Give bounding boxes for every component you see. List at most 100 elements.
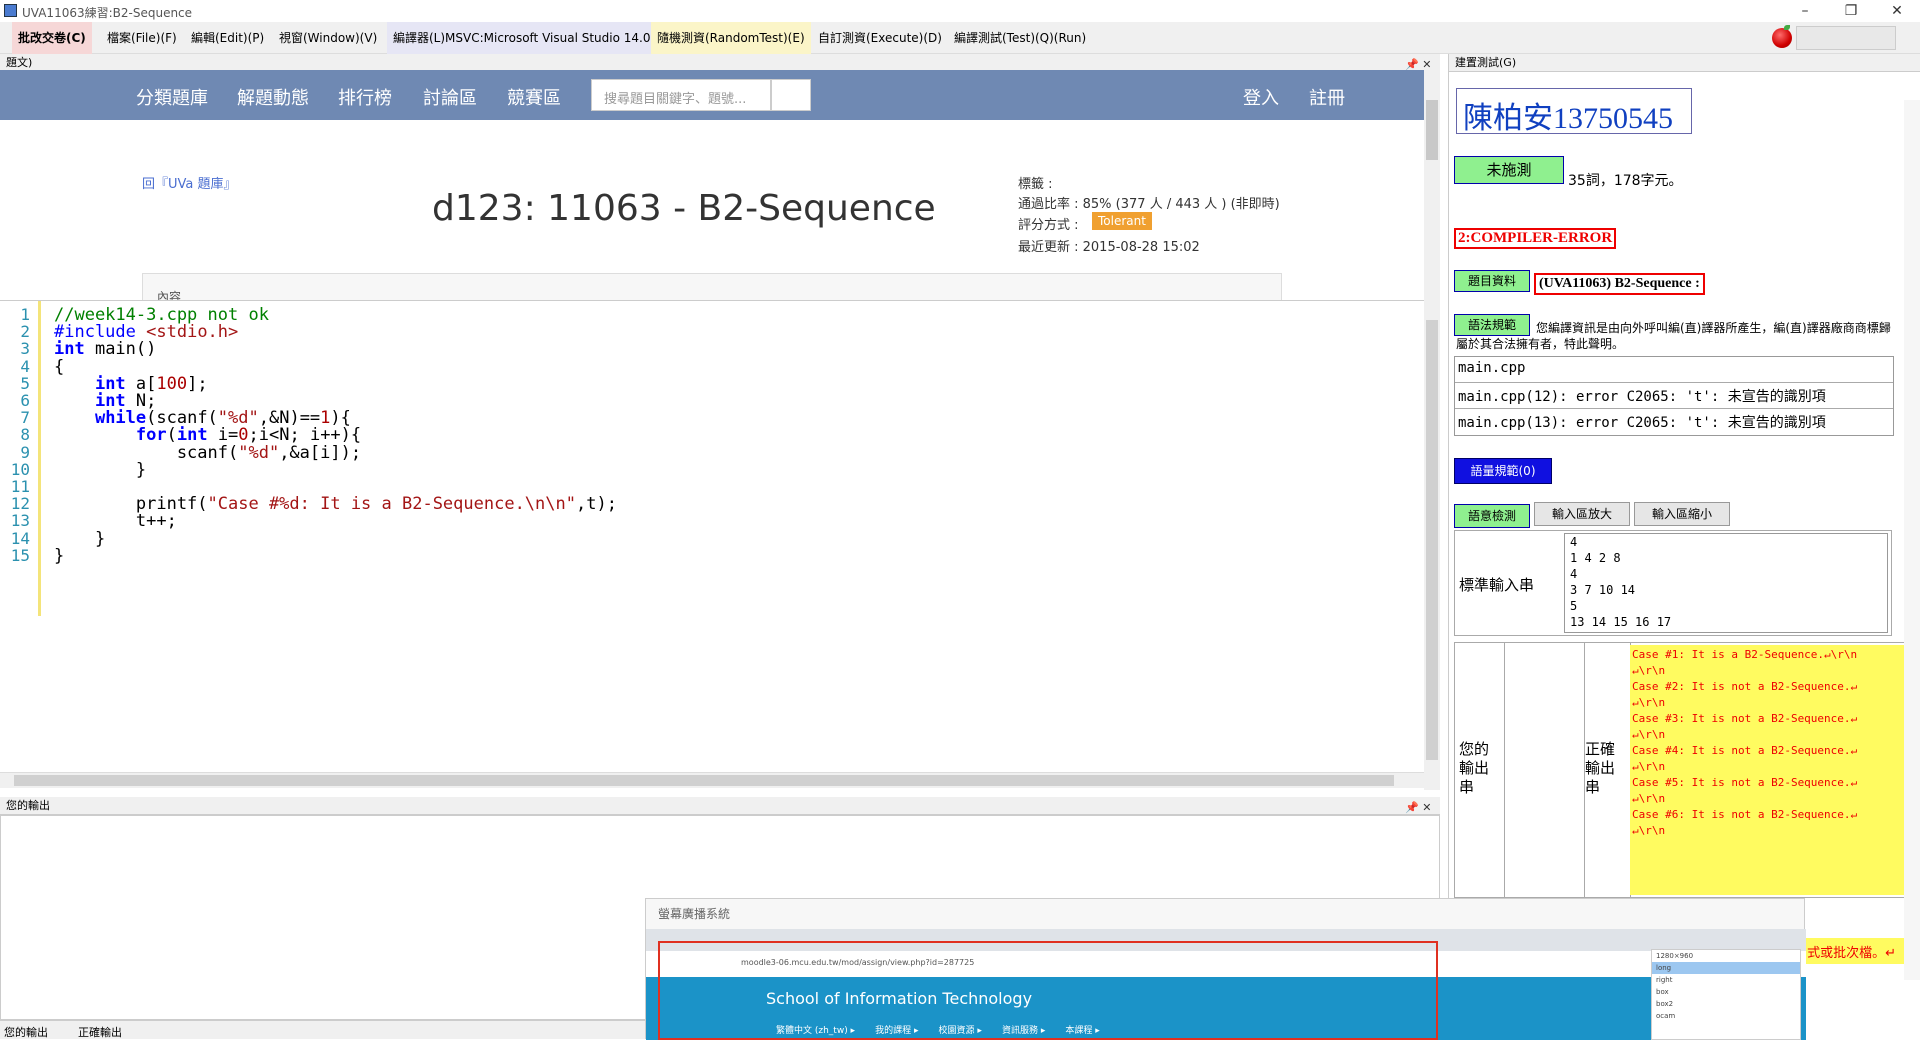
toolbar-box[interactable] xyxy=(1796,26,1896,50)
output-pane-title: 您的輸出 xyxy=(6,799,50,812)
nav-forum[interactable]: 討論區 xyxy=(423,84,477,110)
dropdown-item[interactable]: 1280×960 xyxy=(1652,950,1800,962)
restore-button[interactable]: ❐ xyxy=(1828,0,1874,22)
word-count: 35詞，178字元。 xyxy=(1568,173,1683,189)
menu-edit[interactable]: 編輯(Edit)(P) xyxy=(185,22,270,54)
nav-ranking[interactable]: 排行榜 xyxy=(338,84,392,110)
editor-vscroll[interactable] xyxy=(1424,300,1440,790)
minimize-button[interactable]: – xyxy=(1782,0,1828,22)
your-output-label: 您的輸出串 xyxy=(1459,740,1490,796)
line-number: 14 xyxy=(10,528,30,548)
capture-frame xyxy=(658,941,1438,1040)
apple-icon[interactable] xyxy=(1772,28,1792,48)
line-number: 3 xyxy=(20,339,30,359)
close-button[interactable]: ✕ xyxy=(1874,0,1920,22)
dropdown-item[interactable]: ocam xyxy=(1652,1010,1800,1022)
menu-file[interactable]: 檔案(File)(F) xyxy=(101,22,183,54)
nav-register[interactable]: 註冊 xyxy=(1309,84,1345,110)
window-title: UVA11063練習:B2-Sequence xyxy=(22,6,193,20)
output-pane-header: 您的輸出 📌 ✕ xyxy=(0,797,1440,815)
input-zoom-out-button[interactable]: 輸入區縮小 xyxy=(1634,502,1730,526)
editor-hscroll[interactable] xyxy=(0,772,1424,788)
line-number: 12 xyxy=(10,494,30,514)
error-row: main.cpp xyxy=(1455,357,1893,383)
dropdown-item[interactable]: long xyxy=(1652,962,1800,974)
line-number: 5 xyxy=(20,373,30,393)
student-name: 陳柏安13750545 xyxy=(1456,88,1692,135)
correct-output-label: 正確輸出串 xyxy=(1585,740,1616,796)
right-pane-scrollbar[interactable] xyxy=(1904,100,1920,980)
nav-categories[interactable]: 分類題庫 xyxy=(136,84,208,110)
code-line[interactable]: } xyxy=(54,460,146,480)
search-input[interactable]: 搜尋題目關鍵字、題號... xyxy=(591,79,771,111)
problem-info-button[interactable]: 題目資料 xyxy=(1454,270,1530,292)
code-editor[interactable]: 1//week14-3.cpp not ok 2 #include <stdio.h… xyxy=(0,300,1424,772)
menu-compiler[interactable]: 編譯器(L)MSVC:Microsoft Visual Studio 14.0 xyxy=(387,22,657,54)
compile-error-badge: 2:COMPILER-ERROR xyxy=(1454,228,1617,249)
code-line[interactable]: int main() xyxy=(54,339,156,359)
screen-broadcast-window[interactable]: 螢幕廣播系統 moodle3-06.mcu.edu.tw/mod/assign/… xyxy=(645,898,1806,1040)
correct-output-text: Case #1: It is a B2-Sequence.↵\r\n ↵\r\n… xyxy=(1630,645,1904,895)
line-number: 11 xyxy=(10,477,30,496)
dropdown-item[interactable]: box2 xyxy=(1652,998,1800,1010)
webview-scrollbar[interactable] xyxy=(1424,70,1440,300)
scoring-label: 評分方式 : xyxy=(1018,218,1079,233)
menu-submit[interactable]: 批改交卷(C) xyxy=(12,22,92,54)
content-label: 內容 xyxy=(157,290,182,300)
dropdown-item[interactable]: box xyxy=(1652,986,1800,998)
nav-login[interactable]: 登入 xyxy=(1243,84,1279,110)
tab-your-output[interactable]: 您的輸出 xyxy=(4,1024,48,1040)
resolution-dropdown[interactable]: 1280×960 long right box box2 ocam xyxy=(1651,949,1801,1040)
app-icon xyxy=(4,4,17,17)
last-updated: 最近更新 : 2015-08-28 15:02 xyxy=(1018,240,1200,255)
your-output-cell[interactable] xyxy=(1505,643,1585,899)
search-button[interactable] xyxy=(771,79,811,111)
pass-rate: 通過比率 : 85% (377 人 / 443 人 ) (非即時) xyxy=(1018,197,1280,212)
stdin-label: 標準輸入串 xyxy=(1459,576,1535,594)
input-zoom-in-button[interactable]: 輸入區放大 xyxy=(1534,502,1630,526)
content-box: 內容 xyxy=(142,273,1282,300)
menu-bar: 批改交卷(C) 檔案(File)(F) 編輯(Edit)(P) 視窗(Windo… xyxy=(0,22,1920,54)
problem-ref-title: (UVA11063) B2-Sequence : xyxy=(1534,273,1705,295)
scoring-badge: Tolerant xyxy=(1092,212,1152,230)
problem-webview: 分類題庫 解題動態 排行榜 討論區 競賽區 搜尋題目關鍵字、題號... 登入 註… xyxy=(0,70,1424,300)
site-nav-bar: 分類題庫 解題動態 排行榜 討論區 競賽區 搜尋題目關鍵字、題號... 登入 註… xyxy=(0,70,1424,120)
window-title-bar: UVA11063練習:B2-Sequence – ❐ ✕ xyxy=(0,0,1920,22)
menu-random-test[interactable]: 隨機測資(RandomTest)(E) xyxy=(651,22,811,54)
editor-vscroll-thumb[interactable] xyxy=(1426,320,1438,760)
error-row: main.cpp(12): error C2065: 't': 未宣告的識別項 xyxy=(1455,383,1893,409)
broadcast-title: 螢幕廣播系統 xyxy=(658,907,731,921)
dropdown-item[interactable]: right xyxy=(1652,974,1800,986)
build-test-header: 建置測試(G) xyxy=(1449,54,1920,72)
problem-pane-title: 題文) xyxy=(6,56,33,69)
menu-compile-test[interactable]: 編譯測試(Test)(Q)(Run) xyxy=(948,22,1092,54)
menu-window[interactable]: 視窗(Window)(V) xyxy=(273,22,383,54)
line-number: 1 xyxy=(20,305,30,324)
webview-scroll-thumb[interactable] xyxy=(1426,100,1438,160)
nav-contest[interactable]: 競賽區 xyxy=(507,84,561,110)
menu-custom-test[interactable]: 自訂測資(Execute)(D) xyxy=(812,22,948,54)
line-number: 13 xyxy=(10,511,30,531)
line-number: 2 xyxy=(20,322,30,342)
line-number: 10 xyxy=(10,459,30,479)
line-number: 8 xyxy=(20,425,30,445)
compiler-notice: 您編譯資訊是由向外呼叫編(直)譯器所產生，編(直)譯器廠商商標歸屬於其合法擁有者… xyxy=(1456,321,1891,351)
semantic-check-button[interactable]: 語意檢測 xyxy=(1454,504,1530,528)
status-button[interactable]: 未施測 xyxy=(1454,156,1564,184)
nav-activity[interactable]: 解題動態 xyxy=(237,84,309,110)
change-margin xyxy=(38,301,41,616)
line-number: 9 xyxy=(20,442,30,462)
code-line[interactable]: } xyxy=(54,546,64,566)
editor-hscroll-thumb[interactable] xyxy=(14,775,1394,786)
stdin-textarea[interactable]: 4 1 4 2 8 4 3 7 10 14 5 13 14 15 16 17 5 xyxy=(1564,533,1888,633)
line-number: 15 xyxy=(10,545,30,565)
line-number: 4 xyxy=(20,356,30,376)
quantity-rules-button[interactable]: 語量規範(0) xyxy=(1454,458,1552,484)
error-list: main.cpp main.cpp(12): error C2065: 't':… xyxy=(1454,356,1894,436)
line-number: 7 xyxy=(20,408,30,428)
back-link[interactable]: 回『UVa 題庫』 xyxy=(142,173,237,192)
line-number: 6 xyxy=(20,391,30,410)
error-row: main.cpp(13): error C2065: 't': 未宣告的識別項 xyxy=(1458,415,1826,431)
problem-title: d123: 11063 - B2-Sequence xyxy=(432,188,936,229)
tab-correct-output[interactable]: 正確輸出 xyxy=(78,1024,122,1040)
